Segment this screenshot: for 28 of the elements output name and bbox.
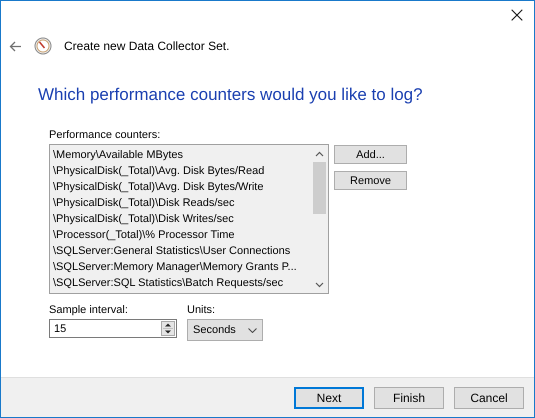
list-item[interactable]: \SQLServer:General Statistics\User Connections [53,243,311,259]
list-item[interactable]: \Processor(_Total)\% Processor Time [53,227,311,243]
next-button[interactable]: Next [294,386,364,408]
field-label: Sample interval: [49,304,129,316]
remove-button[interactable]: Remove [334,171,407,190]
list-item[interactable]: \Memory\Available MBytes [53,147,311,163]
close-button[interactable]: × [500,1,534,31]
scrollbar-thumb[interactable] [313,162,326,214]
list-item[interactable]: \SQLServer:Memory Manager\Memory Grants P... [53,259,311,275]
chevron-down-icon [248,328,257,332]
counter-list[interactable] [49,144,329,294]
field-label: Performance counters: [49,129,162,141]
field-label: Units: [187,304,216,316]
finish-button[interactable]: Finish [374,386,444,408]
spinner-icon[interactable] [161,321,175,336]
dialog-title: Create new Data Collector Set. [64,39,230,53]
back-icon[interactable] [9,40,22,52]
add-button[interactable]: Add... [334,145,407,164]
page-heading: Which performance counters would you like to log? [38,85,424,105]
list-item[interactable]: \PhysicalDisk(_Total)\Avg. Disk Bytes/Write [53,179,311,195]
interval-field[interactable]: 15 [49,319,177,338]
units-dropdown[interactable]: Seconds [187,319,263,341]
gauge-icon [34,37,52,55]
list-item[interactable]: \PhysicalDisk(_Total)\Disk Writes/sec [53,211,311,227]
list-item[interactable]: \PhysicalDisk(_Total)\Avg. Disk Bytes/Read [53,163,311,179]
list-item[interactable]: \SQLServer:SQL Statistics\Batch Requests/sec [53,275,311,291]
cancel-button[interactable]: Cancel [454,386,524,408]
list-item[interactable]: \PhysicalDisk(_Total)\Disk Reads/sec [53,195,311,211]
